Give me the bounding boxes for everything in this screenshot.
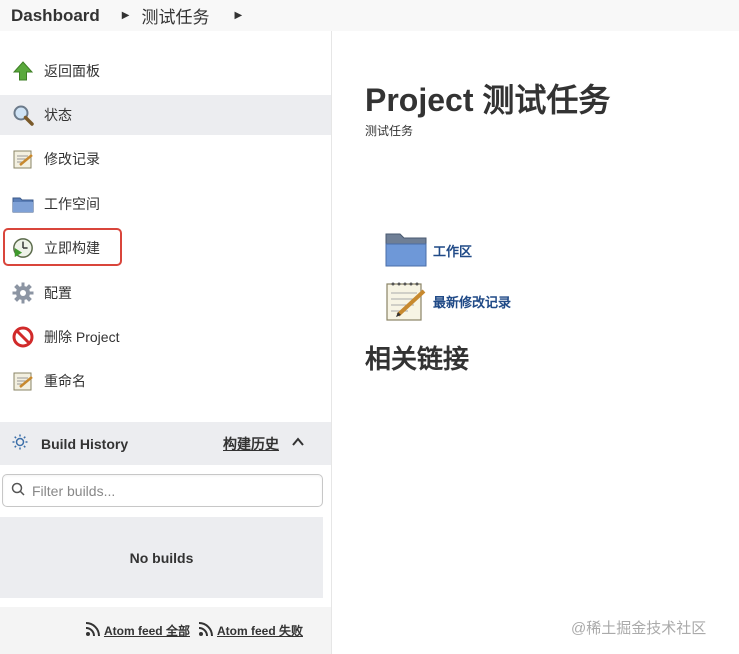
- watermark: @稀土掘金技术社区: [571, 620, 707, 637]
- breadcrumb-dashboard[interactable]: Dashboard: [11, 6, 100, 26]
- gear-icon: [12, 282, 34, 304]
- build-now-highlight: [3, 228, 122, 266]
- sidebar-item-rename[interactable]: 重命名: [0, 361, 331, 401]
- filter-builds-field[interactable]: [2, 474, 323, 507]
- notepad-icon: [12, 370, 34, 392]
- atom-feed-all-link[interactable]: Atom feed 全部: [85, 621, 190, 640]
- sidebar-item-status[interactable]: 状态: [0, 95, 331, 135]
- sidebar-item-label: 返回面板: [44, 63, 100, 79]
- related-links-heading: 相关链接: [365, 344, 470, 374]
- notepad-icon: [383, 279, 429, 323]
- sidebar-item-label: 重命名: [44, 373, 86, 389]
- sidebar-item-label: 配置: [44, 285, 72, 301]
- build-trend-link[interactable]: 构建历史: [223, 434, 279, 454]
- page-title: Project 测试任务: [365, 82, 611, 118]
- magnifier-icon: [12, 104, 34, 126]
- breadcrumb-job[interactable]: 测试任务: [142, 3, 210, 28]
- search-icon: [11, 482, 25, 499]
- rss-icon: [85, 621, 101, 640]
- breadcrumb: Dashboard ▶ 测试任务 ▶: [0, 0, 739, 31]
- main-content: Project 测试任务 测试任务 工作区 最新修改记录 相关链接: [333, 31, 739, 654]
- sidebar-item-back-to-dashboard[interactable]: 返回面板: [0, 51, 331, 91]
- sidebar-item-workspace[interactable]: 工作空间: [0, 184, 331, 224]
- sidebar: 返回面板 状态 修改记录 工作空间 立即构建 配置 删除 Project 重命名…: [0, 31, 332, 654]
- sidebar-item-delete-project[interactable]: 删除 Project: [0, 317, 331, 357]
- folder-icon: [12, 193, 34, 215]
- breadcrumb-caret-icon[interactable]: ▶: [235, 10, 243, 21]
- recent-changes-link-label: 最新修改记录: [433, 294, 512, 310]
- weather-sun-icon: [12, 434, 28, 453]
- sidebar-item-configure[interactable]: 配置: [0, 273, 331, 313]
- rss-icon: [198, 621, 214, 640]
- workspace-link-label: 工作区: [433, 243, 473, 259]
- chevron-up-icon[interactable]: [291, 435, 305, 452]
- sidebar-item-label: 删除 Project: [44, 329, 120, 345]
- filter-builds-input[interactable]: [32, 482, 312, 499]
- breadcrumb-caret-icon[interactable]: ▶: [122, 10, 130, 21]
- sidebar-item-changes[interactable]: 修改记录: [0, 139, 331, 179]
- feed-bar: Atom feed 全部 Atom feed 失败: [0, 607, 331, 654]
- up-arrow-icon: [12, 60, 34, 82]
- sidebar-item-label: 修改记录: [44, 151, 100, 167]
- build-history-title: Build History: [41, 435, 129, 452]
- no-builds-message: No builds: [0, 517, 323, 598]
- atom-feed-failed-label: Atom feed 失败: [216, 624, 303, 638]
- no-entry-icon: [12, 326, 34, 348]
- notepad-icon: [12, 148, 34, 170]
- build-history-header: Build History 构建历史: [0, 422, 331, 465]
- workspace-link[interactable]: 工作区: [383, 228, 472, 272]
- recent-changes-link[interactable]: 最新修改记录: [383, 279, 511, 323]
- sidebar-item-label: 状态: [44, 107, 72, 123]
- project-description: 测试任务: [365, 124, 414, 138]
- atom-feed-all-label: Atom feed 全部: [103, 624, 190, 638]
- folder-icon: [383, 228, 429, 272]
- sidebar-item-label: 工作空间: [44, 196, 100, 212]
- atom-feed-failed-link[interactable]: Atom feed 失败: [198, 621, 303, 640]
